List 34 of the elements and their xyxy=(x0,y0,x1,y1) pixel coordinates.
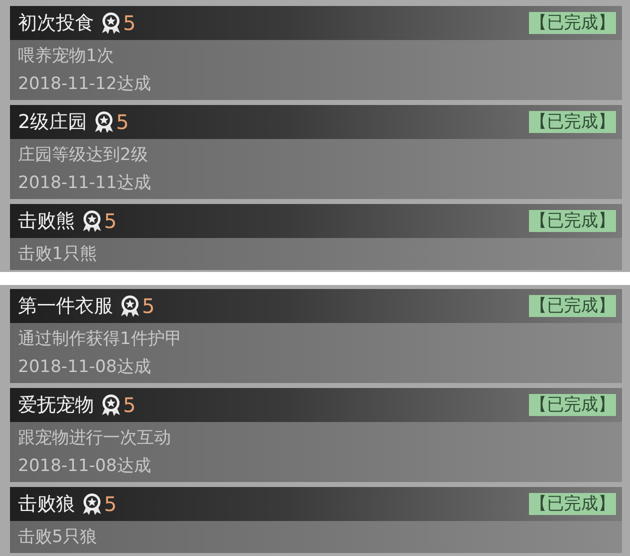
achievement-description: 通过制作获得1件护甲 xyxy=(18,328,183,351)
status-label: 【已完成】 xyxy=(529,295,616,317)
medal-icon xyxy=(100,11,122,35)
achievement-date: 2018-11-11达成 xyxy=(18,172,152,195)
achievement-title: 击败狼 xyxy=(18,492,75,517)
achievement-title: 击败熊 xyxy=(18,209,75,234)
medal-icon xyxy=(81,492,103,516)
achievement-description: 跟宠物进行一次互动 xyxy=(18,427,172,450)
medal-icon xyxy=(119,294,141,318)
achievement-points: 5 xyxy=(104,209,117,233)
achievement-points: 5 xyxy=(123,393,136,417)
achievement-points: 5 xyxy=(104,492,117,516)
status-label: 【已完成】 xyxy=(529,493,616,515)
achievement-description: 喂养宠物1次 xyxy=(18,45,115,68)
status-label: 【已完成】 xyxy=(529,12,616,34)
achievement-title: 2级庄园 xyxy=(18,110,88,135)
achievement-date: 2018-11-12达成 xyxy=(18,73,152,96)
medal-icon xyxy=(93,110,116,134)
achievement-points: 5 xyxy=(123,11,136,35)
achievement-date: 2018-11-08达成 xyxy=(18,455,152,478)
achievement-title: 初次投食 xyxy=(18,11,94,36)
medal-icon xyxy=(81,209,103,233)
status-label: 【已完成】 xyxy=(529,210,616,232)
achievement-description: 击败5只狼 xyxy=(18,526,98,549)
achievement-title: 第一件衣服 xyxy=(18,294,113,319)
achievement-description: 击败1只熊 xyxy=(18,243,98,266)
achievement-date: 2018-11-08达成 xyxy=(18,356,152,379)
medal-icon xyxy=(100,393,122,417)
achievement-title: 爱抚宠物 xyxy=(18,393,94,418)
status-label: 【已完成】 xyxy=(529,394,616,416)
achievement-points: 5 xyxy=(116,110,129,134)
status-label: 【已完成】 xyxy=(529,111,616,133)
achievement-description: 庄园等级达到2级 xyxy=(18,144,149,167)
achievement-points: 5 xyxy=(142,294,155,318)
